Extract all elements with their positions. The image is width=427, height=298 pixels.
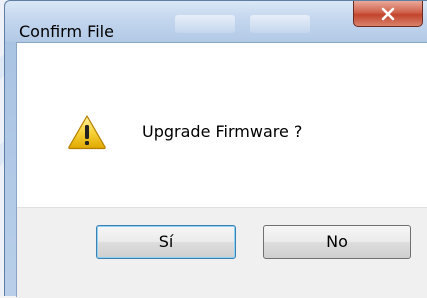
- title-bar[interactable]: Confirm File: [5, 1, 427, 42]
- confirm-message: Upgrade Firmware ?: [142, 122, 303, 141]
- warning-icon: [68, 115, 106, 150]
- background-titlebar-ghost: [250, 15, 310, 33]
- close-icon: [381, 7, 395, 20]
- window-title: Confirm File: [19, 22, 114, 41]
- message-area: Upgrade Firmware ?: [17, 43, 427, 207]
- background-titlebar-ghost: [175, 15, 235, 33]
- no-button[interactable]: No: [263, 225, 411, 259]
- close-button[interactable]: [353, 1, 423, 27]
- yes-button[interactable]: Sí: [96, 225, 236, 259]
